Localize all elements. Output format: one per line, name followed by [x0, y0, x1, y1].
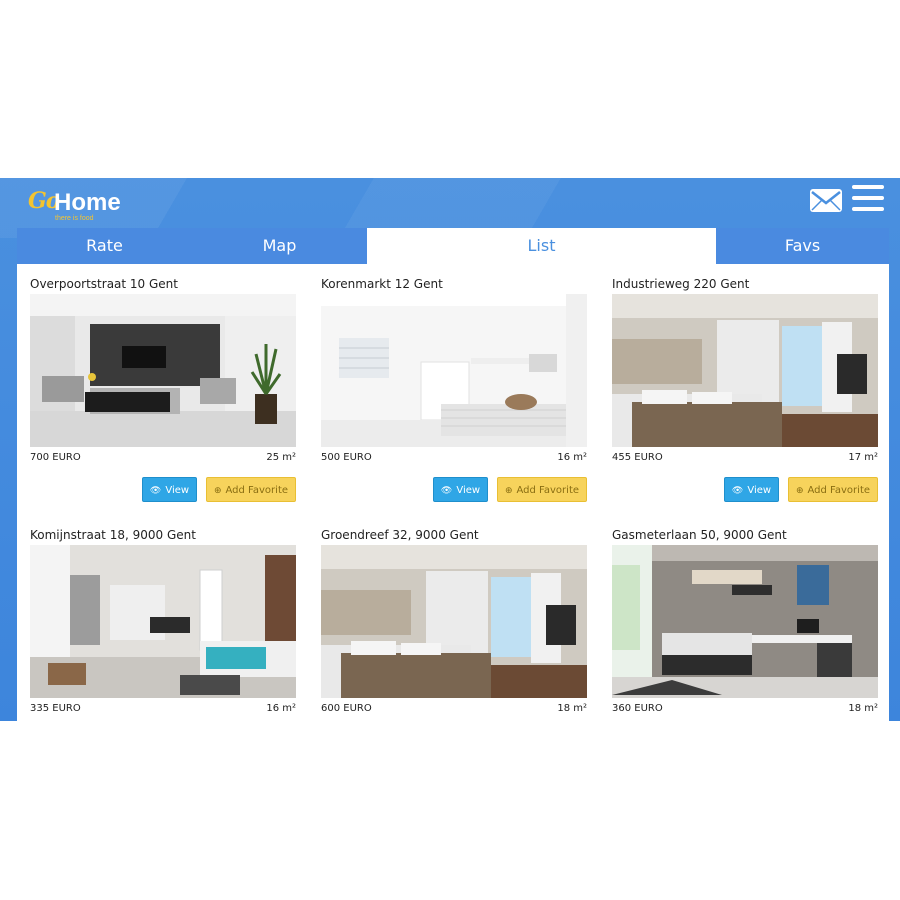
menu-bar [852, 185, 884, 189]
menu-bar [852, 196, 884, 200]
loft-bedroom-photo[interactable] [30, 545, 296, 698]
envelope-icon[interactable] [809, 186, 843, 214]
white-bedroom-photo[interactable] [321, 294, 587, 447]
menu-bar [852, 207, 884, 211]
plus-circle-icon: ⊕ [795, 486, 804, 496]
favorite-label: Add Favorite [516, 485, 580, 496]
tab-favs[interactable]: Favs [716, 228, 889, 264]
hotel-bedroom-photo[interactable] [321, 545, 587, 698]
plus-circle-icon: ⊕ [213, 486, 222, 496]
logo-home-text: Home [54, 189, 121, 216]
app-frame: Go Home there is food Rate Map List Favs… [0, 178, 900, 721]
eye-icon: 👁 [731, 486, 744, 496]
view-button[interactable]: 👁 View [724, 477, 779, 502]
tab-list[interactable]: List [367, 228, 716, 264]
plus-circle-icon: ⊕ [504, 486, 513, 496]
listing-title: Industrieweg 220 Gent [612, 277, 750, 291]
listing-price: 360 EURO [612, 703, 663, 714]
listing-title: Gasmeterlaan 50, 9000 Gent [612, 528, 787, 542]
listing-title: Overpoortstraat 10 Gent [30, 277, 178, 291]
listing-size: 17 m² [848, 452, 878, 463]
logo-tagline: there is food [55, 215, 94, 222]
tab-map[interactable]: Map [192, 228, 367, 264]
listing-price: 500 EURO [321, 452, 372, 463]
hotel-bedroom-photo[interactable] [612, 294, 878, 447]
tab-rate[interactable]: Rate [17, 228, 192, 264]
view-label: View [165, 485, 190, 496]
listing-size: 25 m² [266, 452, 296, 463]
view-button[interactable]: 👁 View [433, 477, 488, 502]
listings-panel: Overpoortstraat 10 Gent 700 EURO 25 m² 👁… [17, 264, 889, 721]
listing-price: 335 EURO [30, 703, 81, 714]
add-favorite-button[interactable]: ⊕ Add Favorite [788, 477, 878, 502]
add-favorite-button[interactable]: ⊕ Add Favorite [206, 477, 296, 502]
listing-price: 455 EURO [612, 452, 663, 463]
view-label: View [747, 485, 772, 496]
favorite-label: Add Favorite [807, 485, 871, 496]
listing-price: 600 EURO [321, 703, 372, 714]
student-room-photo[interactable] [612, 545, 878, 698]
listing-size: 16 m² [557, 452, 587, 463]
view-label: View [456, 485, 481, 496]
tab-bar: Rate Map List Favs [17, 228, 889, 264]
eye-icon: 👁 [149, 486, 162, 496]
hamburger-menu-icon[interactable] [852, 185, 884, 213]
listing-title: Groendreef 32, 9000 Gent [321, 528, 479, 542]
listing-size: 16 m² [266, 703, 296, 714]
listing-title: Korenmarkt 12 Gent [321, 277, 443, 291]
eye-icon: 👁 [440, 486, 453, 496]
listing-title: Komijnstraat 18, 9000 Gent [30, 528, 196, 542]
listing-price: 700 EURO [30, 452, 81, 463]
add-favorite-button[interactable]: ⊕ Add Favorite [497, 477, 587, 502]
view-button[interactable]: 👁 View [142, 477, 197, 502]
listing-size: 18 m² [557, 703, 587, 714]
living-room-photo[interactable] [30, 294, 296, 447]
favorite-label: Add Favorite [225, 485, 289, 496]
listing-size: 18 m² [848, 703, 878, 714]
